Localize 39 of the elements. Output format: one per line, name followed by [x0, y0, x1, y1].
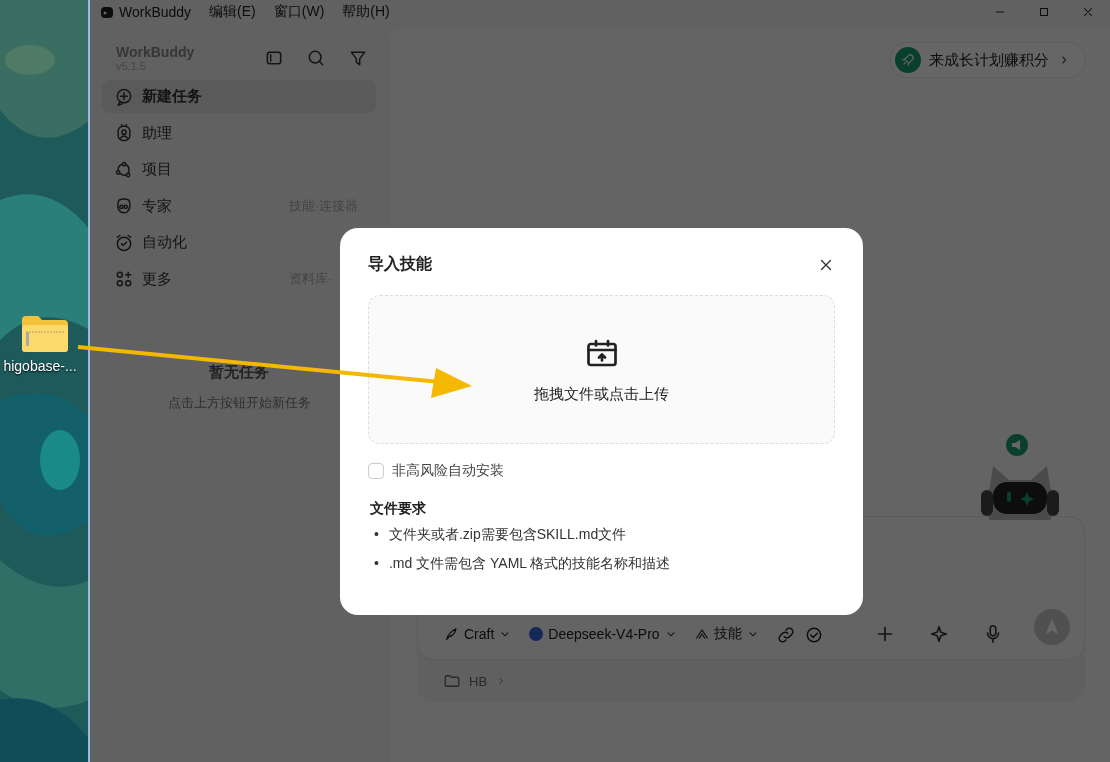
- bullet: •: [374, 526, 379, 543]
- search-icon[interactable]: [306, 48, 326, 68]
- mode-dropdown[interactable]: Craft: [444, 623, 513, 645]
- expert-icon: [114, 196, 134, 216]
- requirement-item: 文件夹或者.zip需要包含SKILL.md文件: [388, 526, 627, 543]
- model-logo-icon: [528, 626, 545, 642]
- nav-item[interactable]: 助理: [102, 116, 376, 150]
- sidebar-toggle-icon[interactable]: [264, 48, 284, 68]
- sparkle-icon[interactable]: [928, 623, 950, 645]
- upload-dropzone[interactable]: 拖拽文件或点击上传: [368, 295, 835, 444]
- filter-icon[interactable]: [348, 48, 368, 68]
- checkbox-label: 非高风险自动安装: [392, 462, 504, 480]
- zip-folder-icon[interactable]: [22, 316, 68, 352]
- requirement-item: .md 文件需包含 YAML 格式的技能名称和描述: [388, 555, 671, 572]
- new-task-icon: [114, 86, 134, 107]
- requirements-title: 文件要求: [370, 500, 427, 518]
- skills-dropdown[interactable]: 技能: [693, 623, 760, 645]
- menu-item[interactable]: 帮助(H): [342, 3, 390, 21]
- maximize-icon[interactable]: [1037, 5, 1051, 19]
- alarm-clock-icon: [114, 232, 134, 253]
- nav-item[interactable]: 新建任务: [102, 80, 376, 113]
- menu-item[interactable]: 编辑(E): [209, 3, 256, 21]
- bullet: •: [374, 555, 379, 572]
- app-logo-icon: [100, 5, 114, 19]
- checkbox[interactable]: [368, 463, 384, 479]
- dialog-title: 导入技能: [368, 254, 432, 274]
- assistant-icon: [114, 123, 134, 143]
- pen-icon: [444, 626, 460, 642]
- promo-button[interactable]: 来成长计划赚积分: [890, 42, 1086, 78]
- app-title: WorkBuddy: [119, 4, 192, 20]
- nav-item[interactable]: 项目: [102, 153, 376, 186]
- menu-item[interactable]: 窗口(W): [273, 3, 325, 21]
- file-name: higobase-...: [3, 358, 77, 374]
- speaker-badge-icon[interactable]: [1006, 434, 1028, 456]
- more-icon: [114, 269, 134, 289]
- folder-icon: [443, 672, 461, 690]
- upload-text: 拖拽文件或点击上传: [534, 385, 669, 404]
- link-icon[interactable]: [775, 625, 796, 645]
- model-dropdown[interactable]: Deepseek-V4-Pro: [528, 623, 678, 645]
